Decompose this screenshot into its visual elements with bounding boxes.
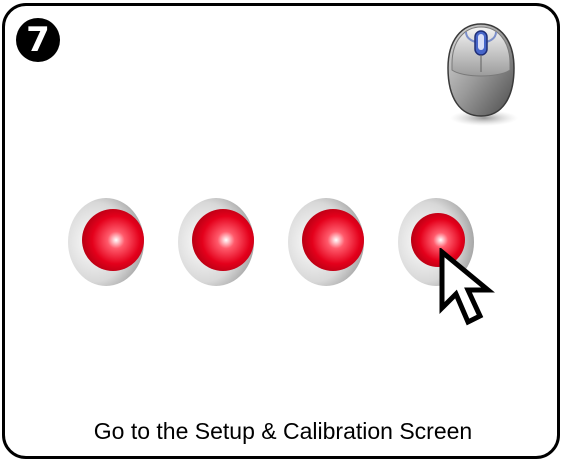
step-number-badge: 7 [16, 18, 60, 62]
indicator-1 [68, 192, 148, 292]
instruction-text: Go to the Setup & Calibration Screen [93, 418, 473, 444]
cursor-arrow-icon [439, 248, 495, 326]
mouse-icon [447, 23, 518, 126]
indicator-2 [178, 192, 258, 292]
indicator-3 [288, 192, 368, 292]
